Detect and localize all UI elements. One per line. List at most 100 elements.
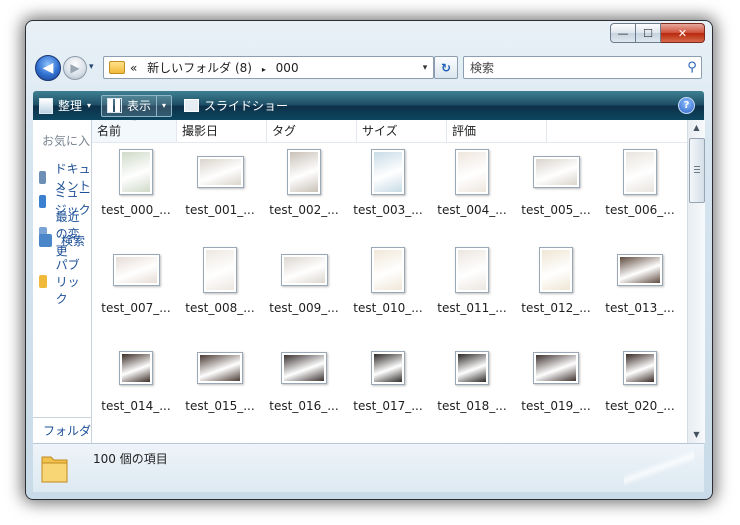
column-label: サイズ xyxy=(362,124,398,138)
nav-item-public[interactable]: パブリック xyxy=(39,256,91,307)
photo-icon xyxy=(374,250,402,290)
slideshow-label: スライドショー xyxy=(204,99,289,113)
file-name: test_008_... xyxy=(185,301,255,315)
window-controls: — ☐ ✕ xyxy=(610,23,705,43)
image-thumbnail xyxy=(197,352,243,384)
music-icon xyxy=(39,194,46,208)
folders-toggle[interactable]: フォルダ xyxy=(33,417,91,443)
photo-icon xyxy=(284,355,324,381)
column-header-size[interactable]: サイズ xyxy=(357,120,447,142)
file-item[interactable]: test_020_... xyxy=(598,340,682,438)
scroll-down-button[interactable]: ▼ xyxy=(688,427,705,443)
nav-item-label: 検索 xyxy=(61,234,86,248)
slideshow-button[interactable]: スライドショー xyxy=(178,95,294,117)
file-item[interactable]: test_007_... xyxy=(94,242,178,340)
file-item[interactable]: test_004_... xyxy=(430,144,514,242)
folder-icon xyxy=(41,456,68,483)
recent-pages-dropdown[interactable]: ▾ xyxy=(89,62,94,72)
breadcrumb-separator-icon[interactable]: ▸ xyxy=(262,65,266,74)
file-name: test_005_... xyxy=(521,203,591,217)
minimize-button[interactable]: — xyxy=(610,23,636,43)
column-header-rating[interactable]: 評価 xyxy=(447,120,547,142)
nav-item-searches[interactable]: 検索 xyxy=(39,232,85,249)
file-name: test_019_... xyxy=(521,399,591,413)
file-item[interactable]: test_000_... xyxy=(94,144,178,242)
search-input[interactable]: 検索 xyxy=(464,59,683,76)
navigation-pane: お気に入りリンク ドキュメント ミュージック 最近の変更 検索 パブリック フォ… xyxy=(33,120,92,443)
column-header-date-taken[interactable]: 撮影日 xyxy=(177,120,267,142)
photo-icon xyxy=(122,152,150,192)
address-bar[interactable]: « 新しいフォルダ (8) ▸ 000 ▾ xyxy=(103,56,434,79)
refresh-button[interactable]: ↻ xyxy=(434,56,458,79)
vertical-scrollbar[interactable]: ▲ ▼ xyxy=(687,120,705,443)
image-thumbnail xyxy=(539,247,573,293)
file-item[interactable]: test_019_... xyxy=(514,340,598,438)
file-name: test_009_... xyxy=(269,301,339,315)
photo-icon xyxy=(626,354,654,382)
file-item[interactable]: test_003_... xyxy=(346,144,430,242)
views-dropdown-button[interactable]: ▾ xyxy=(157,101,171,110)
file-item[interactable]: test_015_... xyxy=(178,340,262,438)
favorite-links-title: お気に入りリンク xyxy=(42,134,91,148)
column-header-row: 名前 ˆ 撮影日 タグ サイズ 評価 xyxy=(92,120,687,143)
sort-arrow-icon: ˆ xyxy=(132,120,137,129)
image-thumbnail xyxy=(119,149,153,195)
back-button[interactable]: ◀ xyxy=(35,55,61,81)
file-item[interactable]: test_017_... xyxy=(346,340,430,438)
views-button-group: 表示 ▾ xyxy=(101,94,173,117)
maximize-button[interactable]: ☐ xyxy=(636,23,661,43)
scroll-up-button[interactable]: ▲ xyxy=(688,120,705,136)
thumbnail-frame xyxy=(346,144,430,200)
file-name: test_018_... xyxy=(437,399,507,413)
file-item[interactable]: test_016_... xyxy=(262,340,346,438)
thumbnail-frame xyxy=(262,242,346,298)
explorer-window: — ☐ ✕ ◀ ▶ ▾ « 新しいフォルダ (8) ▸ 000 ▾ ↻ 検索 ⚲… xyxy=(25,20,713,500)
file-item[interactable]: test_014_... xyxy=(94,340,178,438)
image-thumbnail xyxy=(455,247,489,293)
search-icon[interactable]: ⚲ xyxy=(683,60,701,75)
file-item[interactable]: test_006_... xyxy=(598,144,682,242)
file-item[interactable]: test_018_... xyxy=(430,340,514,438)
photo-icon xyxy=(283,257,325,283)
organize-button[interactable]: 整理 ▾ xyxy=(33,95,97,117)
file-item[interactable]: test_001_... xyxy=(178,144,262,242)
grip-icon xyxy=(694,166,700,173)
search-box[interactable]: 検索 ⚲ xyxy=(463,56,702,79)
file-name: test_000_... xyxy=(101,203,171,217)
file-item[interactable]: test_002_... xyxy=(262,144,346,242)
views-button[interactable]: 表示 xyxy=(102,95,158,116)
column-label: 評価 xyxy=(452,124,477,138)
address-dropdown-icon[interactable]: ▾ xyxy=(417,63,433,73)
file-item[interactable]: test_011_... xyxy=(430,242,514,340)
file-item[interactable]: test_013_... xyxy=(598,242,682,340)
thumbnail-frame xyxy=(598,340,682,396)
file-name: test_013_... xyxy=(605,301,675,315)
scrollbar-thumb[interactable] xyxy=(689,138,705,203)
file-name: test_002_... xyxy=(269,203,339,217)
thumbnail-frame xyxy=(598,144,682,200)
photo-icon xyxy=(115,257,157,283)
image-thumbnail xyxy=(280,254,328,286)
close-button[interactable]: ✕ xyxy=(661,23,705,43)
photo-icon xyxy=(122,354,150,382)
breadcrumb-item-current[interactable]: 000 xyxy=(276,61,299,75)
file-item[interactable]: test_005_... xyxy=(514,144,598,242)
help-button[interactable]: ? xyxy=(678,97,695,114)
file-item[interactable]: test_012_... xyxy=(514,242,598,340)
breadcrumb-overflow-chevron[interactable]: « xyxy=(130,61,137,75)
breadcrumb-item-parent[interactable]: 新しいフォルダ (8) xyxy=(147,61,252,75)
column-header-name[interactable]: 名前 ˆ xyxy=(92,120,177,142)
file-name: test_003_... xyxy=(353,203,423,217)
file-item[interactable]: test_009_... xyxy=(262,242,346,340)
file-name: test_014_... xyxy=(101,399,171,413)
photo-icon xyxy=(458,152,486,192)
file-item[interactable]: test_010_... xyxy=(346,242,430,340)
folder-icon xyxy=(39,275,47,288)
file-name: test_006_... xyxy=(605,203,675,217)
column-header-tags[interactable]: タグ xyxy=(267,120,357,142)
thumbnail-frame xyxy=(178,242,262,298)
column-label: 名前 xyxy=(97,124,122,138)
photo-icon xyxy=(620,257,660,283)
forward-button[interactable]: ▶ xyxy=(63,56,87,80)
file-item[interactable]: test_008_... xyxy=(178,242,262,340)
